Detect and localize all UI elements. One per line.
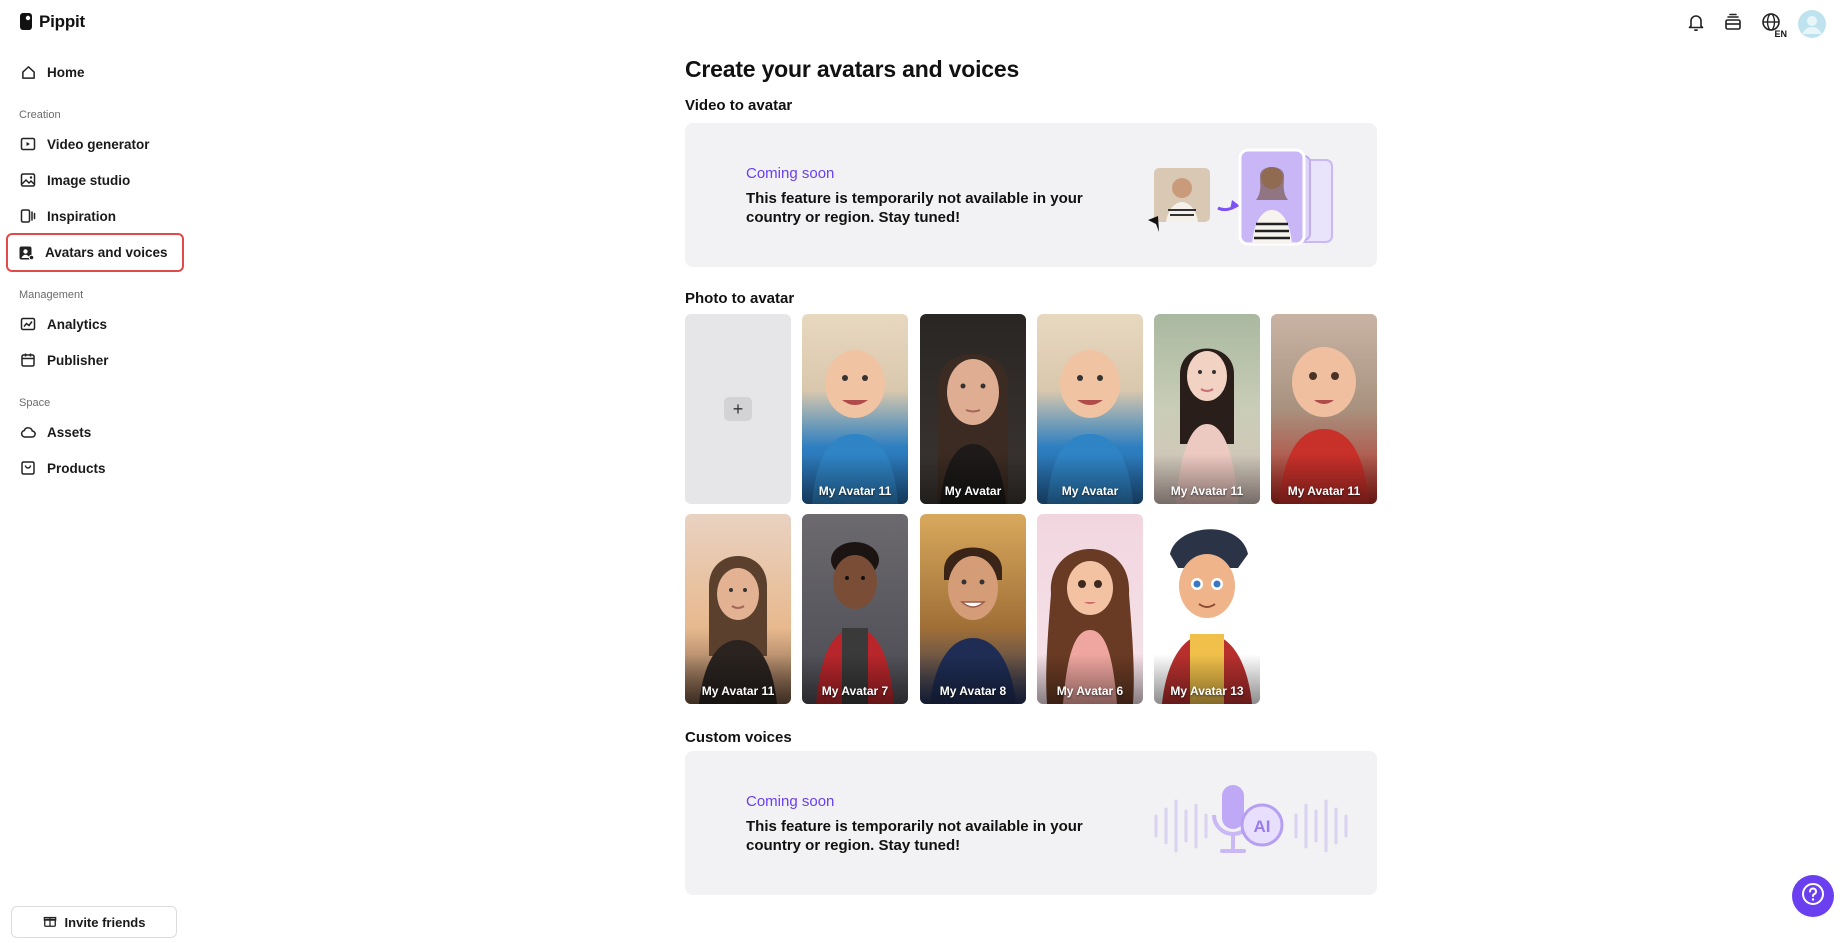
avatar-tile[interactable]: My Avatar 6	[1037, 514, 1143, 704]
section-label-management: Management	[19, 289, 84, 301]
avatar-name: My Avatar 11	[701, 684, 775, 698]
video-to-avatar-illustration	[1148, 148, 1358, 248]
photo-to-avatar-heading: Photo to avatar	[685, 290, 795, 307]
section-label-creation: Creation	[19, 109, 61, 121]
avatar-tile[interactable]: My Avatar 11	[1154, 314, 1260, 504]
sidebar: Pippit Home Creation Video generator Ima…	[0, 0, 190, 943]
sidebar-item-publisher[interactable]: Publisher	[8, 342, 182, 378]
voice-waveform-illustration: AI	[1150, 781, 1350, 871]
sidebar-item-video-generator[interactable]: Video generator	[8, 126, 182, 162]
cloud-icon	[20, 424, 36, 440]
avatar-tile[interactable]: My Avatar 7	[802, 514, 908, 704]
sidebar-item-analytics[interactable]: Analytics	[8, 306, 182, 342]
sidebar-item-label: Home	[47, 64, 85, 80]
question-icon	[1800, 881, 1826, 912]
avatar-tile[interactable]: My Avatar 8	[920, 514, 1026, 704]
invite-friends-button[interactable]: Invite friends	[11, 906, 177, 938]
sidebar-item-home[interactable]: Home	[8, 54, 182, 90]
sidebar-item-assets[interactable]: Assets	[8, 414, 182, 450]
video-to-avatar-card: Coming soon This feature is temporarily …	[685, 123, 1377, 267]
analytics-icon	[20, 316, 36, 332]
gift-icon	[43, 914, 57, 931]
avatar-name: My Avatar 11	[1170, 484, 1244, 498]
svg-text:AI: AI	[1254, 817, 1271, 836]
bell-icon	[1686, 12, 1706, 37]
avatar-tile[interactable]: My Avatar 13	[1154, 514, 1260, 704]
notifications-button[interactable]	[1684, 12, 1708, 36]
sidebar-item-products[interactable]: Products	[8, 450, 182, 486]
sidebar-item-label: Inspiration	[47, 208, 117, 224]
avatar-name: My Avatar 6	[1056, 684, 1124, 698]
sidebar-item-label: Avatars and voices	[45, 245, 168, 260]
avatar-tile[interactable]: My Avatar	[920, 314, 1026, 504]
sidebar-item-avatars-and-voices[interactable]: Avatars and voices	[6, 233, 184, 272]
avatar-tile[interactable]: My Avatar	[1037, 314, 1143, 504]
product-box-icon	[20, 460, 36, 476]
sidebar-item-inspiration[interactable]: Inspiration	[8, 198, 182, 234]
home-icon	[20, 64, 36, 80]
help-button[interactable]	[1792, 875, 1834, 917]
sidebar-item-label: Video generator	[47, 136, 150, 152]
avatar-name: My Avatar 11	[1287, 484, 1361, 498]
sidebar-item-label: Image studio	[47, 172, 131, 188]
sidebar-item-label: Products	[47, 460, 106, 476]
avatar-name: My Avatar 13	[1170, 684, 1244, 698]
avatar-name: My Avatar 7	[821, 684, 889, 698]
coming-soon-label: Coming soon	[746, 793, 835, 810]
layers-icon	[1723, 12, 1743, 37]
pippit-logo-icon	[19, 12, 35, 32]
unavailable-message: This feature is temporarily not availabl…	[746, 818, 1083, 854]
avatar-name: My Avatar	[944, 484, 1002, 498]
avatar-name: My Avatar 11	[818, 484, 892, 498]
add-avatar-tile[interactable]: +	[685, 314, 791, 504]
avatar-tile[interactable]: My Avatar 11	[1271, 314, 1377, 504]
custom-voices-card: Coming soon This feature is temporarily …	[685, 751, 1377, 895]
calendar-icon	[20, 352, 36, 368]
coming-soon-label: Coming soon	[746, 165, 835, 182]
user-avatar[interactable]	[1798, 10, 1826, 38]
page-title: Create your avatars and voices	[685, 56, 1020, 82]
avatar-tile[interactable]: My Avatar 11	[685, 514, 791, 704]
subscription-button[interactable]	[1721, 12, 1745, 36]
section-label-space: Space	[19, 397, 51, 409]
plus-icon: +	[724, 397, 752, 421]
avatar-tile[interactable]: My Avatar 11	[802, 314, 908, 504]
language-code: EN	[1774, 29, 1787, 39]
unavailable-message: This feature is temporarily not availabl…	[746, 190, 1083, 226]
custom-voices-heading: Custom voices	[685, 729, 792, 746]
invite-friends-label: Invite friends	[64, 914, 146, 930]
video-to-avatar-heading: Video to avatar	[685, 97, 793, 114]
language-selector[interactable]: EN	[1759, 12, 1787, 39]
sidebar-item-image-studio[interactable]: Image studio	[8, 162, 182, 198]
brand-logo[interactable]: Pippit	[19, 12, 85, 32]
avatar-icon	[18, 245, 34, 261]
sidebar-item-label: Publisher	[47, 352, 109, 368]
brand-name: Pippit	[39, 12, 86, 31]
avatar-name: My Avatar 8	[939, 684, 1007, 698]
video-generator-icon	[20, 136, 36, 152]
avatar-name: My Avatar	[1061, 484, 1119, 498]
sidebar-item-label: Assets	[47, 424, 92, 440]
image-studio-icon	[20, 172, 36, 188]
inspiration-icon	[20, 208, 36, 224]
sidebar-item-label: Analytics	[47, 316, 108, 332]
